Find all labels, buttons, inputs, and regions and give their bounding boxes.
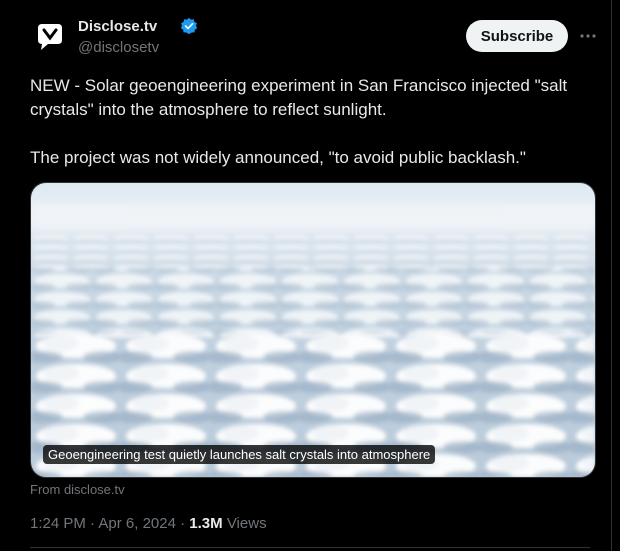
tweet-header: Disclose.tv @disclosetv Subscribe [30,14,600,64]
separator: · [85,515,99,532]
subscribe-button[interactable]: Subscribe [466,20,568,52]
disclose-logo-icon [30,16,70,56]
tweet-meta: 1:24 PM · Apr 6, 2024 · 1.3M Views [30,515,267,532]
display-name[interactable]: Disclose.tv [78,18,157,35]
views-label: Views [226,515,267,532]
card-source[interactable]: From disclose.tv [30,482,125,497]
handle[interactable]: @disclosetv [78,39,159,56]
tweet-date[interactable]: Apr 6, 2024 [98,515,176,532]
cloud-sea-image [31,183,595,477]
card-caption: Geoengineering test quietly launches sal… [43,445,436,464]
more-horizontal-icon[interactable] [576,24,600,48]
avatar[interactable] [30,16,70,56]
link-card[interactable]: Geoengineering test quietly launches sal… [30,182,596,478]
divider [30,547,590,548]
tweet-text: NEW - Solar geoengineering experiment in… [30,76,568,167]
timeline-border [611,0,612,551]
separator: · [175,515,190,532]
views-count: 1.3M [189,515,223,532]
verified-badge-icon [180,17,198,40]
tweet-time[interactable]: 1:24 PM [30,515,86,532]
